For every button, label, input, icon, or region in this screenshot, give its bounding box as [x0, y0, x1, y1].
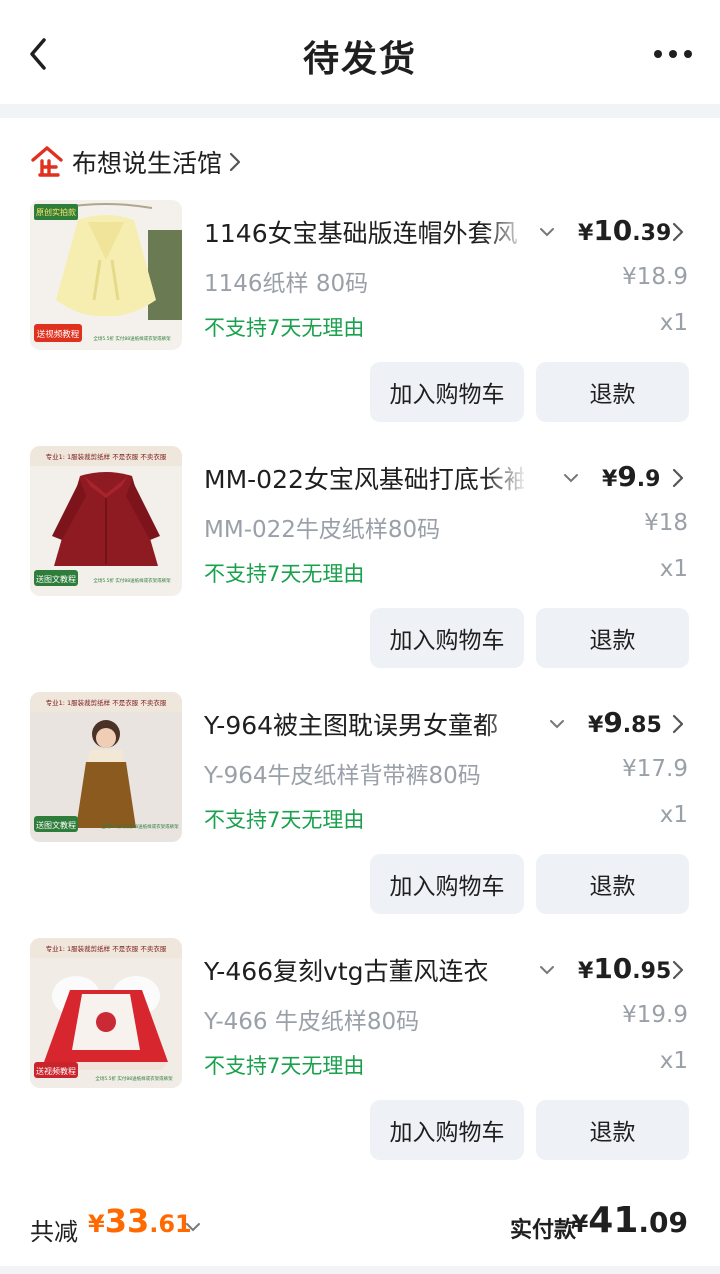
chevron-right-icon[interactable] — [672, 468, 684, 488]
product-name[interactable]: Y-466复刻vtg古董风连衣 — [204, 952, 524, 986]
thumb-top-tag: 原创实拍款 — [36, 207, 76, 217]
order-summary: 共减 ¥33.61 实付款 ¥41.09 — [0, 1186, 720, 1266]
bottom-divider — [0, 1266, 720, 1274]
refund-button[interactable]: 退款 — [536, 608, 689, 668]
quantity: x1 — [659, 1048, 688, 1074]
product-name[interactable]: 1146女宝基础版连帽外套风 — [204, 214, 524, 248]
thumb-promo: 全场5.5折 实付88送纸样或衣架或裤架 — [93, 577, 171, 584]
add-to-cart-button[interactable]: 加入购物车 — [370, 362, 524, 422]
discount-amount[interactable]: ¥33.61 — [88, 1202, 192, 1240]
product-name[interactable]: Y-964被主图耽误男女童都 — [204, 706, 524, 740]
product-spec: MM-022牛皮纸样80码 — [204, 517, 441, 543]
thumb-bottom-tag: 送图文教程 — [36, 574, 76, 584]
return-policy: 不支持7天无理由 — [204, 808, 365, 832]
thumb-promo: 全场5.5折 实付88送纸样或衣架或裤架 — [93, 335, 171, 342]
refund-button[interactable]: 退款 — [536, 854, 689, 914]
discount-label: 共减 — [30, 1218, 78, 1246]
order-item: 专业1: 1服装裁剪纸样 不是衣服 不卖衣服 送图文教程 全场5.5折 实付88… — [0, 446, 720, 692]
thumb-promo: 全场5.5折 实付88送纸样或衣架或裤架 — [95, 1075, 173, 1082]
product-price: ¥10.39 — [578, 214, 672, 247]
shop-name: 布想说生活馆 — [72, 149, 223, 178]
thumb-top-tag: 专业1: 1服装裁剪纸样 不是衣服 不卖衣服 — [46, 698, 167, 707]
chevron-down-icon[interactable] — [538, 224, 556, 238]
order-item: 原创实拍款 送视频教程 全场5.5折 实付88送纸样或衣架或裤架 1146女宝基… — [0, 200, 720, 446]
thumb-bottom-tag: 送视频教程 — [36, 1066, 76, 1076]
thumb-top-tag: 专业1: 1服装裁剪纸样 不是衣服 不卖衣服 — [46, 944, 167, 953]
return-policy: 不支持7天无理由 — [204, 316, 365, 340]
quantity: x1 — [659, 310, 688, 336]
add-to-cart-button[interactable]: 加入购物车 — [370, 1100, 524, 1160]
quantity: x1 — [659, 556, 688, 582]
add-to-cart-button[interactable]: 加入购物车 — [370, 608, 524, 668]
product-spec: 1146纸样 80码 — [204, 271, 369, 297]
add-to-cart-button[interactable]: 加入购物车 — [370, 854, 524, 914]
product-thumbnail[interactable]: 专业1: 1服装裁剪纸样 不是衣服 不卖衣服 送图文教程 全场5.5折 实付88… — [30, 692, 182, 842]
paid-amount: ¥41.09 — [571, 1200, 688, 1241]
product-price: ¥10.95 — [578, 952, 672, 985]
top-bar: 待发货 — [0, 0, 720, 104]
quantity: x1 — [659, 802, 688, 828]
product-thumbnail[interactable]: 原创实拍款 送视频教程 全场5.5折 实付88送纸样或衣架或裤架 — [30, 200, 182, 350]
paid-label: 实付款 — [510, 1218, 577, 1243]
product-price: ¥9.85 — [588, 706, 662, 739]
more-dots-icon[interactable] — [652, 42, 694, 66]
chevron-down-icon[interactable] — [184, 1218, 202, 1232]
original-price: ¥18.9 — [622, 264, 688, 290]
product-thumbnail[interactable]: 专业1: 1服装裁剪纸样 不是衣服 不卖衣服 送视频教程 全场5.5折 实付88… — [30, 938, 182, 1088]
thumb-top-tag: 专业1: 1服装裁剪纸样 不是衣服 不卖衣服 — [46, 452, 167, 461]
page-title: 待发货 — [302, 39, 417, 80]
order-item: 专业1: 1服装裁剪纸样 不是衣服 不卖衣服 送视频教程 全场5.5折 实付88… — [0, 938, 720, 1184]
product-spec: Y-964牛皮纸样背带裤80码 — [204, 763, 481, 789]
chevron-right-icon[interactable] — [672, 960, 684, 980]
thumb-bottom-tag: 送视频教程 — [37, 329, 80, 340]
shop-link[interactable]: 布想说生活馆 — [30, 142, 242, 182]
section-divider — [0, 104, 720, 118]
original-price: ¥19.9 — [622, 1002, 688, 1028]
chevron-right-icon — [228, 151, 242, 173]
product-thumbnail[interactable]: 专业1: 1服装裁剪纸样 不是衣服 不卖衣服 送图文教程 全场5.5折 实付88… — [30, 446, 182, 596]
return-policy: 不支持7天无理由 — [204, 1054, 365, 1078]
product-name[interactable]: MM-022女宝风基础打底长袖 — [204, 460, 524, 494]
product-spec: Y-466 牛皮纸样80码 — [204, 1009, 420, 1035]
chevron-right-icon[interactable] — [672, 714, 684, 734]
order-item: 专业1: 1服装裁剪纸样 不是衣服 不卖衣服 送图文教程 全场5.5折 实付88… — [0, 692, 720, 938]
refund-button[interactable]: 退款 — [536, 362, 689, 422]
chevron-down-icon[interactable] — [548, 716, 566, 730]
chevron-right-icon[interactable] — [672, 222, 684, 242]
shop-logo-icon — [30, 145, 64, 179]
return-policy: 不支持7天无理由 — [204, 562, 365, 586]
chevron-down-icon[interactable] — [538, 962, 556, 976]
thumb-bottom-tag: 送图文教程 — [36, 820, 76, 830]
thumb-promo: 全场5.5折 实付88送纸样或衣架或裤架 — [101, 823, 179, 830]
original-price: ¥17.9 — [622, 756, 688, 782]
product-price: ¥9.9 — [602, 460, 661, 493]
chevron-down-icon[interactable] — [562, 470, 580, 484]
original-price: ¥18 — [644, 510, 688, 536]
refund-button[interactable]: 退款 — [536, 1100, 689, 1160]
